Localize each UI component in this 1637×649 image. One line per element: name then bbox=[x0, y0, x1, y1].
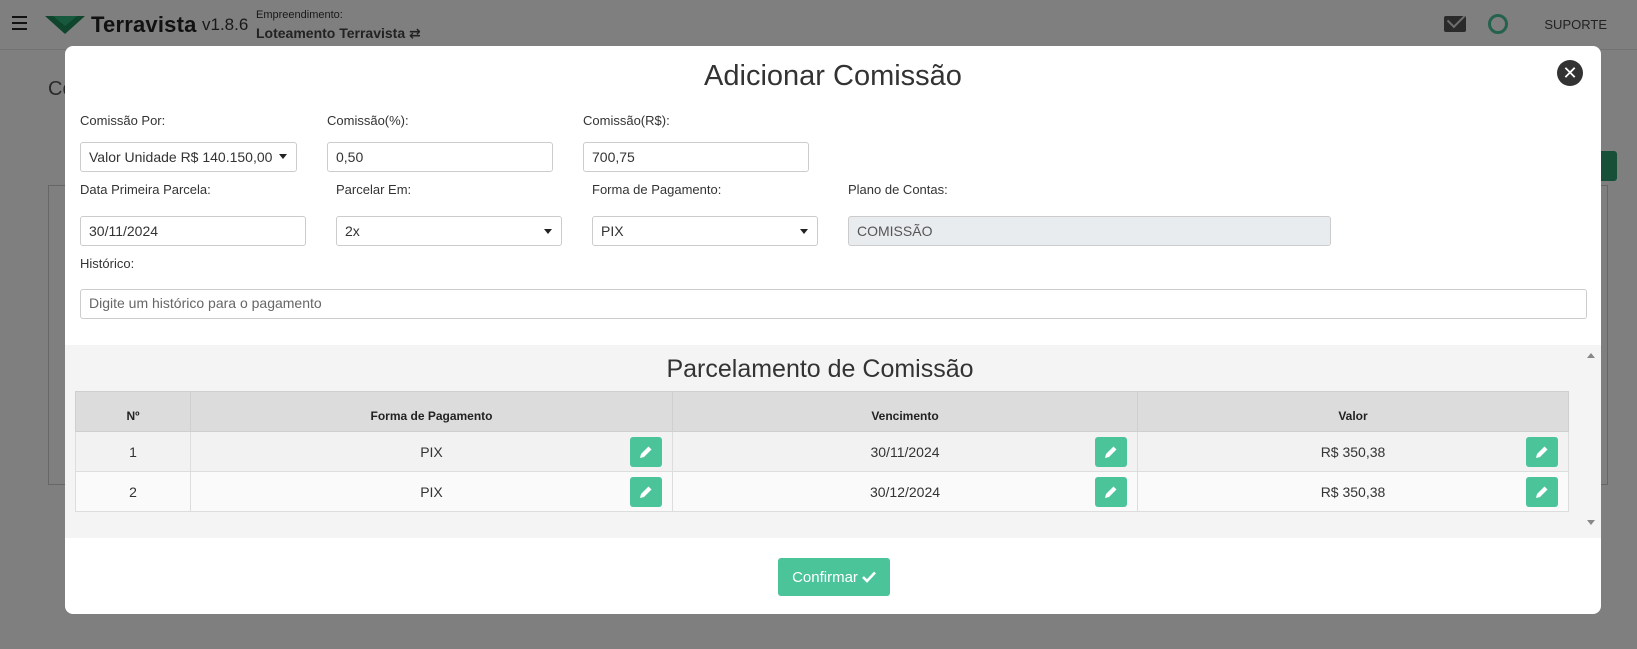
edit-valor-button[interactable] bbox=[1526, 477, 1558, 507]
chevron-down-icon bbox=[800, 229, 808, 234]
comissao-por-label: Comissão Por: bbox=[80, 113, 166, 128]
parcelar-em-label: Parcelar Em: bbox=[336, 182, 412, 197]
scroll-up-icon[interactable] bbox=[1587, 353, 1595, 358]
add-commission-modal: Adicionar Comissão ✕ Comissão Por: Valor… bbox=[65, 46, 1601, 614]
chevron-down-icon bbox=[279, 154, 287, 159]
comissao-por-value: Valor Unidade R$ 140.150,00 bbox=[89, 149, 273, 165]
pencil-icon bbox=[1105, 446, 1117, 458]
edit-forma-button[interactable] bbox=[630, 437, 662, 467]
row-number: 1 bbox=[75, 431, 191, 472]
pencil-icon bbox=[640, 446, 652, 458]
row-valor-cell: R$ 350,38 bbox=[1137, 431, 1569, 472]
historico-label: Histórico: bbox=[80, 256, 135, 271]
historico-field[interactable] bbox=[80, 289, 1587, 319]
forma-pagamento-value: PIX bbox=[601, 223, 624, 239]
column-header-n: Nº bbox=[75, 391, 191, 432]
check-icon bbox=[862, 571, 876, 583]
edit-vencimento-button[interactable] bbox=[1095, 477, 1127, 507]
column-header-vencimento: Vencimento bbox=[672, 391, 1138, 432]
data-primeira-field[interactable]: 30/11/2024 bbox=[80, 216, 306, 246]
parcelamento-title: Parcelamento de Comissão bbox=[666, 355, 974, 383]
comissao-rs-label: Comissão(R$): bbox=[583, 113, 670, 128]
row-forma: PIX bbox=[420, 443, 443, 460]
row-vencimento: 30/11/2024 bbox=[870, 443, 940, 460]
row-valor: R$ 350,38 bbox=[1320, 443, 1386, 460]
parcelar-em-value: 2x bbox=[345, 223, 360, 239]
parcelar-em-select[interactable]: 2x bbox=[336, 216, 562, 246]
data-primeira-label: Data Primeira Parcela: bbox=[80, 182, 211, 197]
pencil-icon bbox=[1536, 486, 1548, 498]
comissao-por-select[interactable]: Valor Unidade R$ 140.150,00 bbox=[80, 142, 297, 172]
pencil-icon bbox=[640, 486, 652, 498]
comissao-pct-label: Comissão(%): bbox=[327, 113, 409, 128]
close-icon[interactable]: ✕ bbox=[1557, 60, 1583, 86]
plano-contas-value: COMISSÃO bbox=[857, 223, 933, 239]
plano-contas-label: Plano de Contas: bbox=[848, 182, 948, 197]
scroll-down-icon[interactable] bbox=[1587, 520, 1595, 525]
historico-input[interactable] bbox=[89, 295, 1578, 311]
row-valor: R$ 350,38 bbox=[1320, 483, 1386, 500]
column-header-valor: Valor bbox=[1137, 391, 1569, 432]
table-row: 1 PIX 30/11/2024 R$ 350,38 bbox=[75, 431, 1569, 472]
comissao-pct-field[interactable]: 0,50 bbox=[327, 142, 553, 172]
forma-pagamento-label: Forma de Pagamento: bbox=[592, 182, 722, 197]
row-vencimento-cell: 30/11/2024 bbox=[672, 431, 1138, 472]
chevron-down-icon bbox=[544, 229, 552, 234]
table-row: 2 PIX 30/12/2024 R$ 350,38 bbox=[75, 471, 1569, 512]
data-primeira-value: 30/11/2024 bbox=[89, 223, 159, 239]
column-header-forma: Forma de Pagamento bbox=[190, 391, 673, 432]
comissao-rs-field[interactable]: 700,75 bbox=[583, 142, 809, 172]
confirm-button[interactable]: Confirmar bbox=[778, 558, 890, 596]
row-number: 2 bbox=[75, 471, 191, 512]
modal-title: Adicionar Comissão bbox=[704, 60, 962, 92]
edit-forma-button[interactable] bbox=[630, 477, 662, 507]
row-vencimento-cell: 30/12/2024 bbox=[672, 471, 1138, 512]
plano-contas-field: COMISSÃO bbox=[848, 216, 1331, 246]
row-forma-cell: PIX bbox=[190, 431, 673, 472]
edit-valor-button[interactable] bbox=[1526, 437, 1558, 467]
pencil-icon bbox=[1536, 446, 1548, 458]
forma-pagamento-select[interactable]: PIX bbox=[592, 216, 818, 246]
pencil-icon bbox=[1105, 486, 1117, 498]
confirm-label: Confirmar bbox=[792, 568, 858, 586]
row-forma: PIX bbox=[420, 483, 443, 500]
comissao-rs-value: 700,75 bbox=[592, 149, 635, 165]
row-valor-cell: R$ 350,38 bbox=[1137, 471, 1569, 512]
row-vencimento: 30/12/2024 bbox=[869, 483, 941, 500]
parcelamento-section: Parcelamento de Comissão Nº Forma de Pag… bbox=[65, 345, 1601, 538]
edit-vencimento-button[interactable] bbox=[1095, 437, 1127, 467]
comissao-pct-value: 0,50 bbox=[336, 149, 364, 165]
parcelamento-table: Nº Forma de Pagamento Vencimento Valor 1… bbox=[75, 391, 1569, 512]
row-forma-cell: PIX bbox=[190, 471, 673, 512]
